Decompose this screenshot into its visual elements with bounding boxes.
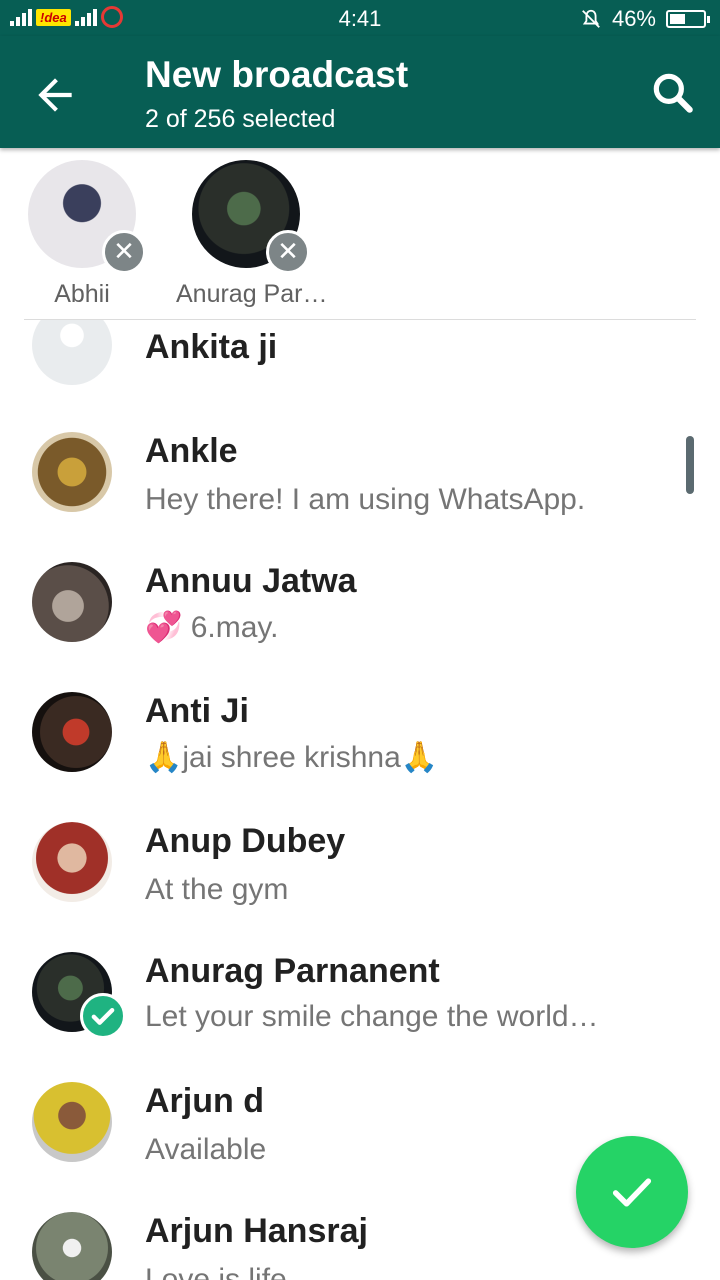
contact-name: Annuu Jatwa [145, 562, 357, 600]
avatar [32, 1212, 112, 1280]
avatar [32, 562, 112, 642]
contact-name: Arjun Hansraj [145, 1212, 368, 1250]
avatar: ✕ [28, 160, 146, 274]
contact-status: 💞 6.may. [145, 611, 279, 644]
contact-status: Love is life [145, 1263, 287, 1280]
status-bar: !dea 4:41 46% [0, 0, 720, 36]
selected-check-icon [80, 993, 126, 1039]
contact-name: Ankita ji [145, 328, 278, 366]
app-bar: New broadcast 2 of 256 selected [0, 36, 720, 148]
remove-icon[interactable]: ✕ [102, 230, 146, 274]
selection-count: 2 of 256 selected [145, 105, 336, 133]
contact-status: At the gym [145, 873, 289, 906]
search-icon[interactable] [648, 68, 698, 118]
battery-icon [666, 10, 710, 28]
contact-list[interactable]: Ankita ji Ankle Hey there! I am using Wh… [0, 320, 720, 1280]
contact-name: Ankle [145, 432, 238, 470]
list-item[interactable]: Anurag Parnanent Let your smile change t… [0, 930, 720, 1060]
remove-icon[interactable]: ✕ [266, 230, 310, 274]
selected-contacts: ✕ Abhii ✕ Anurag Par… [0, 148, 720, 320]
list-item[interactable]: Ankita ji [0, 320, 720, 410]
confirm-button[interactable] [576, 1136, 688, 1248]
selected-contact-chip[interactable]: ✕ Abhii [12, 160, 152, 309]
avatar: ✕ [192, 160, 310, 274]
mute-bell-icon [582, 9, 600, 28]
avatar [32, 692, 112, 772]
contact-name: Anurag Parnanent [145, 952, 440, 990]
selected-contact-name: Anurag Par… [176, 280, 328, 308]
battery-percent: 46% [611, 6, 656, 31]
contact-name: Arjun d [145, 1082, 264, 1120]
list-item[interactable]: Annuu Jatwa 💞 6.may. [0, 540, 720, 670]
selected-contact-chip[interactable]: ✕ Anurag Par… [176, 160, 328, 309]
check-icon [612, 1178, 652, 1207]
contact-status: Let your smile change the world… [145, 1000, 599, 1033]
contact-status: 🙏jai shree krishna🙏 [145, 741, 439, 774]
selected-contact-name: Abhii [54, 280, 110, 308]
contact-status: Available [145, 1133, 267, 1166]
contact-name: Anti Ji [145, 692, 249, 730]
contact-status: Hey there! I am using WhatsApp. [145, 483, 586, 516]
contact-name: Anup Dubey [145, 822, 346, 860]
avatar [32, 432, 112, 512]
list-item[interactable]: Anti Ji 🙏jai shree krishna🙏 [0, 670, 720, 800]
avatar [32, 822, 112, 902]
list-item[interactable]: Ankle Hey there! I am using WhatsApp. [0, 410, 720, 540]
scrollbar[interactable] [686, 436, 694, 494]
avatar [32, 320, 112, 385]
arrow-left-icon[interactable] [30, 70, 80, 120]
page-title: New broadcast [145, 54, 409, 95]
avatar [32, 1082, 112, 1162]
list-item[interactable]: Anup Dubey At the gym [0, 800, 720, 930]
